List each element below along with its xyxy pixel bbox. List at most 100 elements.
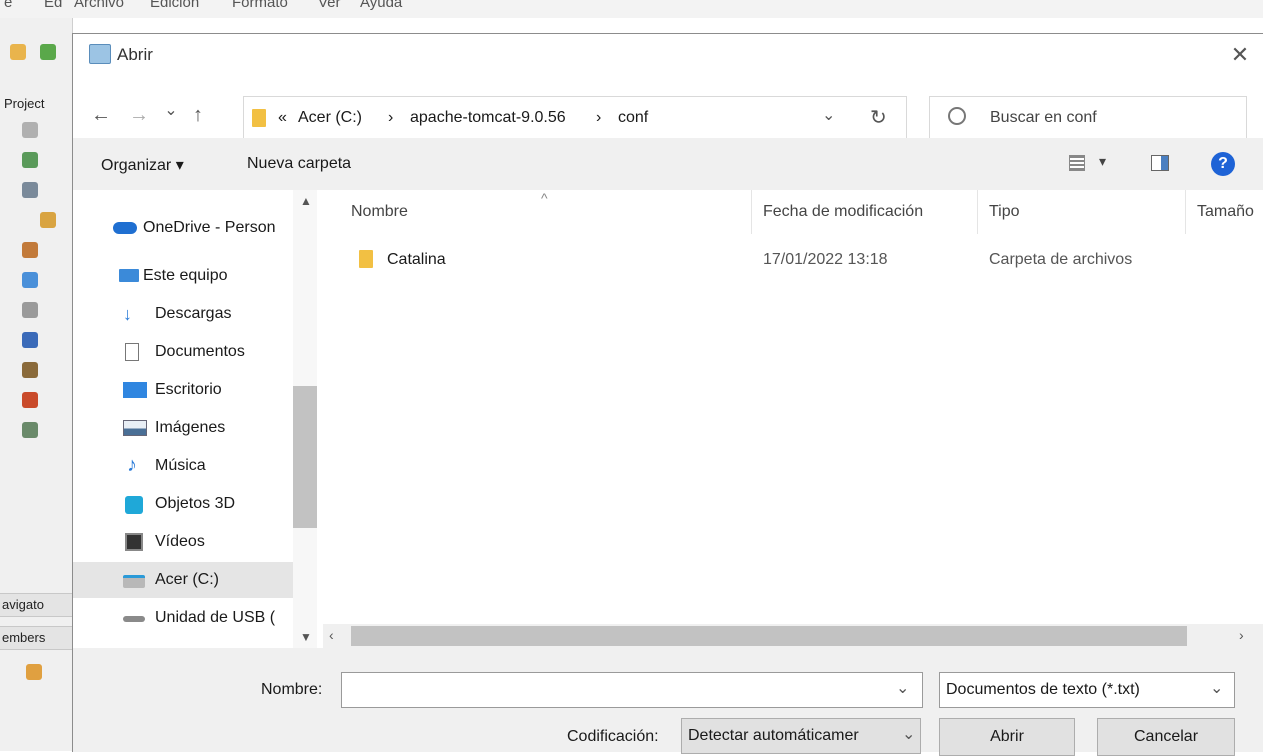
new-project-icon[interactable] xyxy=(10,44,26,60)
breadcrumb-item[interactable]: conf xyxy=(618,109,648,127)
i18n-icon xyxy=(22,392,38,408)
address-bar[interactable]: « Acer (C:) › apache-tomcat-9.0.56 › con… xyxy=(243,96,907,140)
up-button[interactable]: ↑ xyxy=(187,104,209,127)
desktop-icon xyxy=(123,382,147,398)
scroll-down-arrow[interactable]: ▼ xyxy=(300,630,312,644)
dialog-title: Abrir xyxy=(117,45,153,64)
scroll-thumb[interactable] xyxy=(351,626,1187,646)
bg-menu-item[interactable]: Archivo xyxy=(74,0,124,11)
sort-indicator: ^ xyxy=(541,190,548,206)
folder-icon xyxy=(359,250,373,268)
bg-menu-item[interactable]: e xyxy=(4,0,12,11)
navigation-pane: OneDrive - Person Este equipo ↓ Descarga… xyxy=(73,190,323,650)
sidebar-item-label: Imágenes xyxy=(155,419,226,436)
address-dropdown-icon[interactable]: ⌄ xyxy=(822,105,835,125)
breadcrumb-separator[interactable]: › xyxy=(596,109,601,127)
title-bar: Abrir ✕ xyxy=(73,34,1263,76)
column-divider[interactable] xyxy=(1185,190,1186,234)
notepad-icon xyxy=(89,44,111,64)
preview-pane-icon[interactable] xyxy=(1151,155,1169,171)
sidebar-item-usb-drive[interactable]: Unidad de USB ( xyxy=(73,600,293,636)
sidebar-item-onedrive[interactable]: OneDrive - Person xyxy=(73,210,293,246)
tree-icon xyxy=(40,212,56,228)
file-date: 17/01/2022 13:18 xyxy=(763,251,888,268)
horizontal-scrollbar[interactable]: ‹ › xyxy=(323,624,1263,648)
folder-icon xyxy=(252,109,266,127)
column-header-size[interactable]: Tamaño xyxy=(1197,203,1254,221)
open-button[interactable]: Abrir xyxy=(939,718,1075,756)
recent-locations-button[interactable]: ⌄ xyxy=(161,100,181,120)
scroll-up-arrow[interactable]: ▲ xyxy=(300,194,312,208)
encoding-value: Detectar automáticamer xyxy=(688,727,859,744)
chevron-down-icon: ⌄ xyxy=(1210,680,1224,697)
table-row[interactable]: Catalina 17/01/2022 13:18 Carpeta de arc… xyxy=(337,242,1257,278)
dialog-footer: Nombre: ⌄ Documentos de texto (*.txt) ⌄ … xyxy=(73,648,1263,756)
bg-panel-title: Project xyxy=(4,96,45,111)
encoding-select[interactable]: Detectar automáticamer ⌄ xyxy=(681,718,921,754)
new-folder-button[interactable]: Nueva carpeta xyxy=(247,155,351,173)
bg-menu-item[interactable]: Ver xyxy=(318,0,341,11)
bg-menu-item[interactable]: Ed xyxy=(44,0,62,11)
sidebar-item-3d-objects[interactable]: Objetos 3D xyxy=(73,486,293,522)
navigation-scrollbar[interactable]: ▲ ▼ xyxy=(293,190,317,650)
cube-icon xyxy=(125,496,143,514)
cloud-icon xyxy=(22,272,38,288)
column-header-date[interactable]: Fecha de modificación xyxy=(763,203,923,221)
bg-panel-title: avigato xyxy=(2,597,44,612)
breadcrumb-separator[interactable]: › xyxy=(388,109,393,127)
column-header-type[interactable]: Tipo xyxy=(989,203,1020,221)
file-type: Carpeta de archivos xyxy=(989,251,1133,268)
task-icon xyxy=(22,362,38,378)
pictures-icon xyxy=(123,420,147,436)
breadcrumb-item[interactable]: apache-tomcat-9.0.56 xyxy=(410,109,566,127)
file-type-filter-value: Documentos de texto (*.txt) xyxy=(946,681,1140,698)
column-divider[interactable] xyxy=(977,190,978,234)
docker-icon xyxy=(22,332,38,348)
sidebar-item-music[interactable]: ♪ Música xyxy=(73,448,293,484)
file-name-dropdown-icon[interactable]: ⌄ xyxy=(896,678,909,698)
view-options-icon[interactable] xyxy=(1069,155,1085,171)
sidebar-item-acer-drive[interactable]: Acer (C:) xyxy=(73,562,293,598)
column-header-name[interactable]: Nombre xyxy=(351,203,408,221)
download-icon: ↓ xyxy=(123,304,132,324)
breadcrumb-overflow[interactable]: « xyxy=(278,109,287,127)
scroll-right-arrow[interactable]: › xyxy=(1239,627,1244,643)
add-icon[interactable] xyxy=(40,44,56,60)
breadcrumb-item[interactable]: Acer (C:) xyxy=(298,109,362,127)
sidebar-item-pictures[interactable]: Imágenes xyxy=(73,410,293,446)
computer-icon xyxy=(119,269,139,282)
sidebar-item-downloads[interactable]: ↓ Descargas xyxy=(73,296,293,332)
forward-button[interactable]: → xyxy=(127,104,151,127)
file-type-filter[interactable]: Documentos de texto (*.txt) ⌄ xyxy=(939,672,1235,708)
sidebar-item-videos[interactable]: Vídeos xyxy=(73,524,293,560)
bg-menu-item[interactable]: Formato xyxy=(232,0,288,11)
sidebar-item-this-pc[interactable]: Este equipo xyxy=(73,258,293,294)
sidebar-item-desktop[interactable]: Escritorio xyxy=(73,372,293,408)
usb-drive-icon xyxy=(123,616,145,622)
file-name-label: Nombre: xyxy=(261,681,323,698)
file-name: Catalina xyxy=(387,251,446,268)
view-options-dropdown[interactable]: ▾ xyxy=(1099,153,1106,170)
cancel-button[interactable]: Cancelar xyxy=(1097,718,1235,756)
scroll-thumb[interactable] xyxy=(293,386,317,528)
sidebar-item-label: Música xyxy=(155,457,206,474)
search-box[interactable]: Buscar en conf xyxy=(929,96,1247,140)
close-button[interactable]: ✕ xyxy=(1223,40,1257,70)
database-icon xyxy=(22,122,38,138)
help-button[interactable]: ? xyxy=(1211,152,1235,176)
file-name-input[interactable]: ⌄ xyxy=(341,672,923,708)
bg-menu-item[interactable]: Edición xyxy=(150,0,199,11)
scroll-left-arrow[interactable]: ‹ xyxy=(329,627,334,643)
refresh-button[interactable]: ↻ xyxy=(870,105,887,130)
music-icon: ♪ xyxy=(127,454,137,476)
search-input[interactable]: Buscar en conf xyxy=(990,109,1097,127)
chevron-down-icon: ⌄ xyxy=(902,726,916,743)
bg-menu-item[interactable]: Ayuda xyxy=(360,0,402,11)
bg-panel-header: avigato xyxy=(0,593,72,617)
back-button[interactable]: ← xyxy=(89,104,113,127)
bg-panel-title: embers xyxy=(2,630,46,645)
navigation-bar: ← → ⌄ ↑ « Acer (C:) › apache-tomcat-9.0.… xyxy=(73,76,1263,140)
organize-button[interactable]: Organizar ▾ xyxy=(101,155,184,175)
column-divider[interactable] xyxy=(751,190,752,234)
sidebar-item-documents[interactable]: Documentos xyxy=(73,334,293,370)
